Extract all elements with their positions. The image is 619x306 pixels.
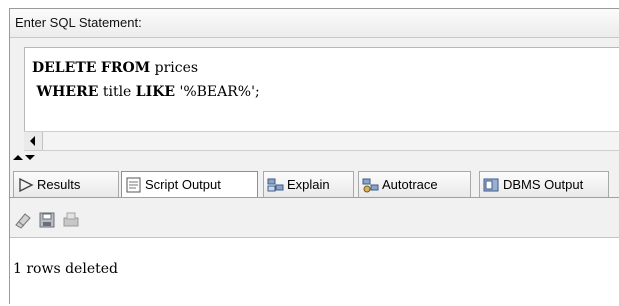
- tab-results[interactable]: Results: [13, 171, 119, 197]
- tab-autotrace[interactable]: Autotrace: [358, 171, 471, 197]
- sql-code[interactable]: DELETE FROM prices WHERE title LIKE '%BE…: [32, 56, 260, 104]
- output-tabs: Results Script Output Explain Autotrace …: [10, 171, 619, 199]
- sql-header: Enter SQL Statement:: [10, 9, 619, 38]
- explain-icon: [267, 178, 284, 191]
- script-icon: [126, 177, 141, 192]
- sql-header-label: Enter SQL Statement:: [15, 15, 142, 30]
- pane-splitter[interactable]: [10, 151, 50, 165]
- tab-label: Explain: [287, 177, 330, 192]
- splitter-arrows-icon: [13, 155, 35, 160]
- eraser-icon[interactable]: [14, 211, 32, 229]
- tab-explain[interactable]: Explain: [263, 171, 354, 197]
- code-text: '%BEAR%';: [175, 84, 260, 100]
- code-keyword: WHERE: [36, 84, 99, 100]
- code-text: prices: [150, 60, 199, 76]
- code-keyword: LIKE: [135, 84, 176, 100]
- code-keyword: DELETE: [32, 60, 97, 76]
- scroll-left-button[interactable]: [24, 132, 43, 150]
- dbms-output-icon: [483, 178, 499, 191]
- script-output-area[interactable]: 1 rows deleted: [10, 237, 619, 304]
- output-message: 1 rows deleted: [13, 261, 118, 277]
- print-icon[interactable]: [62, 211, 80, 229]
- save-icon[interactable]: [38, 211, 56, 229]
- sql-worksheet: Enter SQL Statement: DELETE FROM prices …: [9, 8, 619, 304]
- output-toolbar: [10, 201, 619, 235]
- tab-label: Autotrace: [382, 177, 438, 192]
- tab-label: DBMS Output: [503, 177, 584, 192]
- tab-label: Results: [37, 177, 81, 192]
- code-keyword: FROM: [100, 60, 151, 76]
- tabs-divider: [10, 197, 619, 198]
- scroll-left-arrow-icon: [30, 136, 35, 146]
- tab-label: Script Output: [145, 177, 221, 192]
- horizontal-scrollbar[interactable]: [24, 131, 619, 151]
- tab-script-output[interactable]: Script Output: [121, 171, 258, 197]
- play-icon: [19, 177, 34, 192]
- tab-dbms-output[interactable]: DBMS Output: [479, 171, 609, 197]
- code-text: title: [98, 84, 136, 100]
- autotrace-icon: [362, 178, 379, 192]
